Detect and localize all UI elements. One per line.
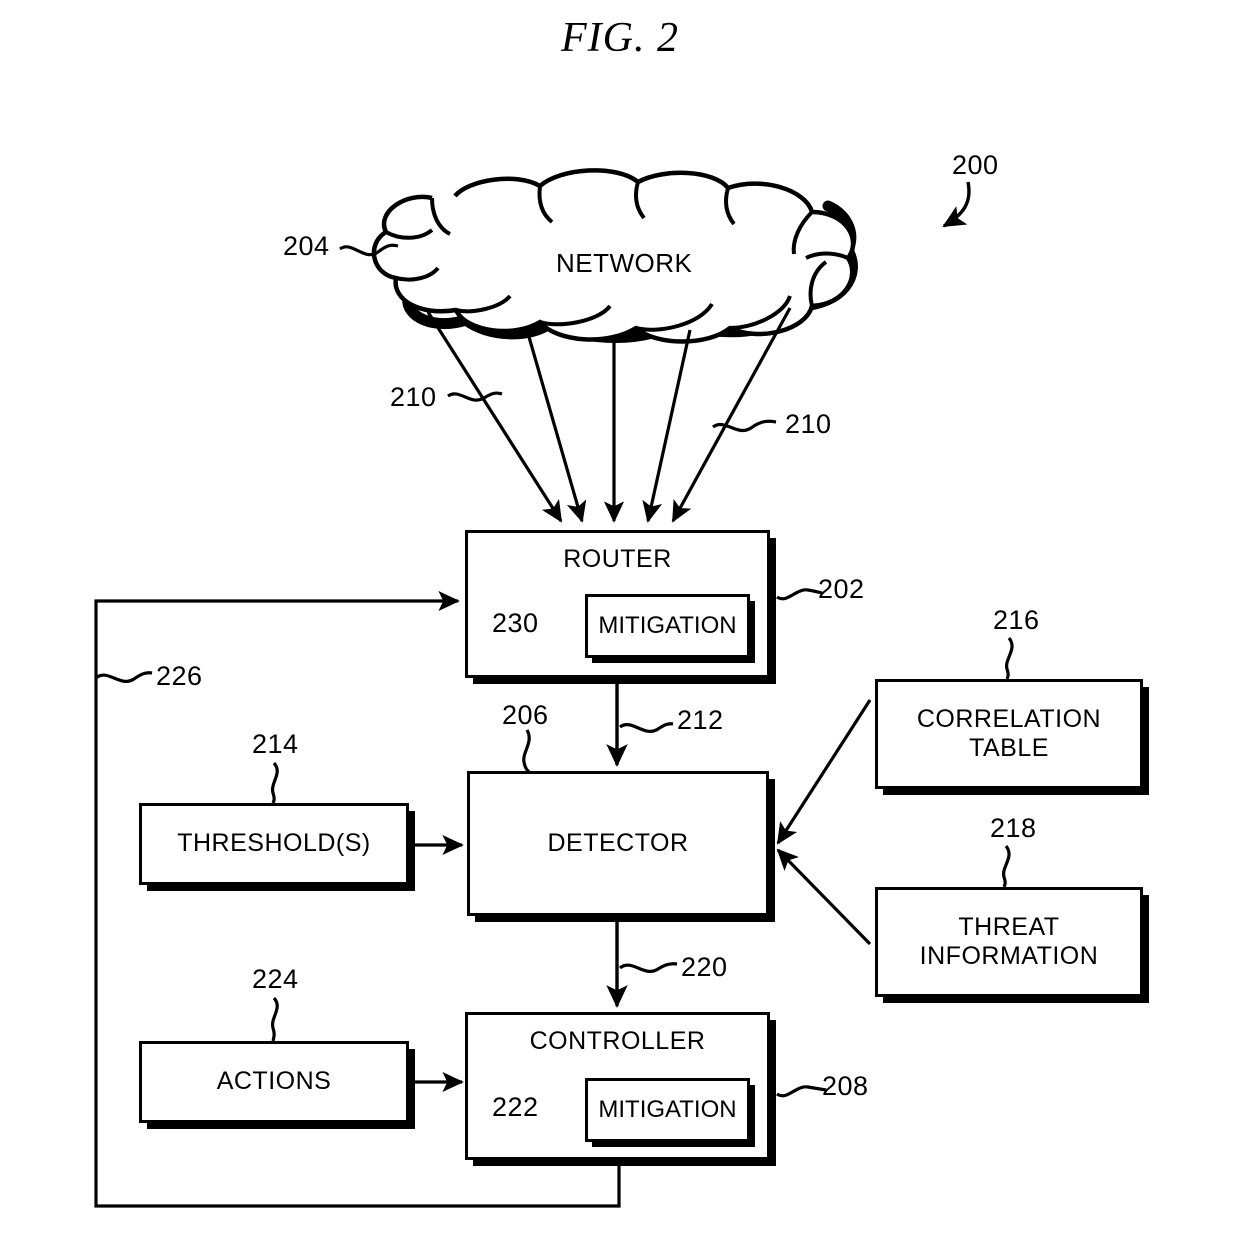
ref-numeral-226: 226	[156, 661, 203, 691]
ref-numeral-208: 208	[822, 1071, 869, 1101]
network-cloud-label: NETWORK	[556, 248, 693, 278]
ref-numeral-224: 224	[252, 964, 299, 994]
threat-information-node[interactable]: THREAT INFORMATION	[875, 887, 1143, 997]
thresholds-node[interactable]: THRESHOLD(S)	[139, 803, 409, 885]
ref-numeral-222: 222	[492, 1092, 539, 1122]
controller-mitigation-label: MITIGATION	[598, 1096, 737, 1123]
detector-node[interactable]: DETECTOR	[467, 771, 769, 916]
correlation-table-node[interactable]: CORRELATION TABLE	[875, 679, 1143, 789]
leader-220	[618, 962, 678, 973]
threat-to-detector-arrow	[776, 848, 872, 946]
ref-numeral-202: 202	[818, 574, 865, 604]
ref-numeral-204: 204	[283, 231, 330, 261]
leader-218	[1002, 844, 1011, 888]
ref-numeral-210-right: 210	[785, 409, 832, 439]
ref-numeral-216: 216	[993, 605, 1040, 635]
ref-numeral-206: 206	[502, 700, 549, 730]
system-arrow-200	[942, 181, 971, 228]
ref-numeral-210-left: 210	[390, 382, 437, 412]
router-label: ROUTER	[563, 545, 672, 573]
leader-206	[522, 729, 531, 774]
ref-numeral-220: 220	[681, 952, 728, 982]
detector-label: DETECTOR	[547, 828, 689, 857]
correlation-table-label: CORRELATION TABLE	[916, 704, 1102, 763]
ref-numeral-230: 230	[492, 608, 539, 638]
actions-node[interactable]: ACTIONS	[139, 1041, 409, 1123]
thresholds-label: THRESHOLD(S)	[177, 829, 371, 858]
leader-214	[270, 761, 279, 804]
leader-208	[776, 1085, 827, 1098]
ref-numeral-200: 200	[952, 150, 999, 180]
leader-224	[270, 996, 279, 1042]
actions-label: ACTIONS	[216, 1067, 332, 1096]
router-mitigation-node[interactable]: MITIGATION	[585, 594, 750, 658]
ref-numeral-212: 212	[677, 705, 724, 735]
leader-210-left	[447, 391, 503, 402]
threat-information-label: THREAT INFORMATION	[919, 912, 1099, 971]
controller-label: CONTROLLER	[529, 1027, 706, 1055]
leader-212	[619, 722, 674, 733]
figure-page: FIG. 2 NETWORK ROUTER MITIGATION DETECTO…	[0, 0, 1240, 1249]
leader-202	[776, 588, 823, 601]
leader-216	[1005, 636, 1014, 680]
ref-numeral-218: 218	[990, 813, 1037, 843]
correlation-to-detector-arrow	[776, 699, 872, 845]
router-mitigation-label: MITIGATION	[598, 612, 737, 639]
controller-mitigation-node[interactable]: MITIGATION	[585, 1078, 750, 1142]
ref-numeral-214: 214	[252, 729, 299, 759]
leader-226	[94, 671, 153, 683]
